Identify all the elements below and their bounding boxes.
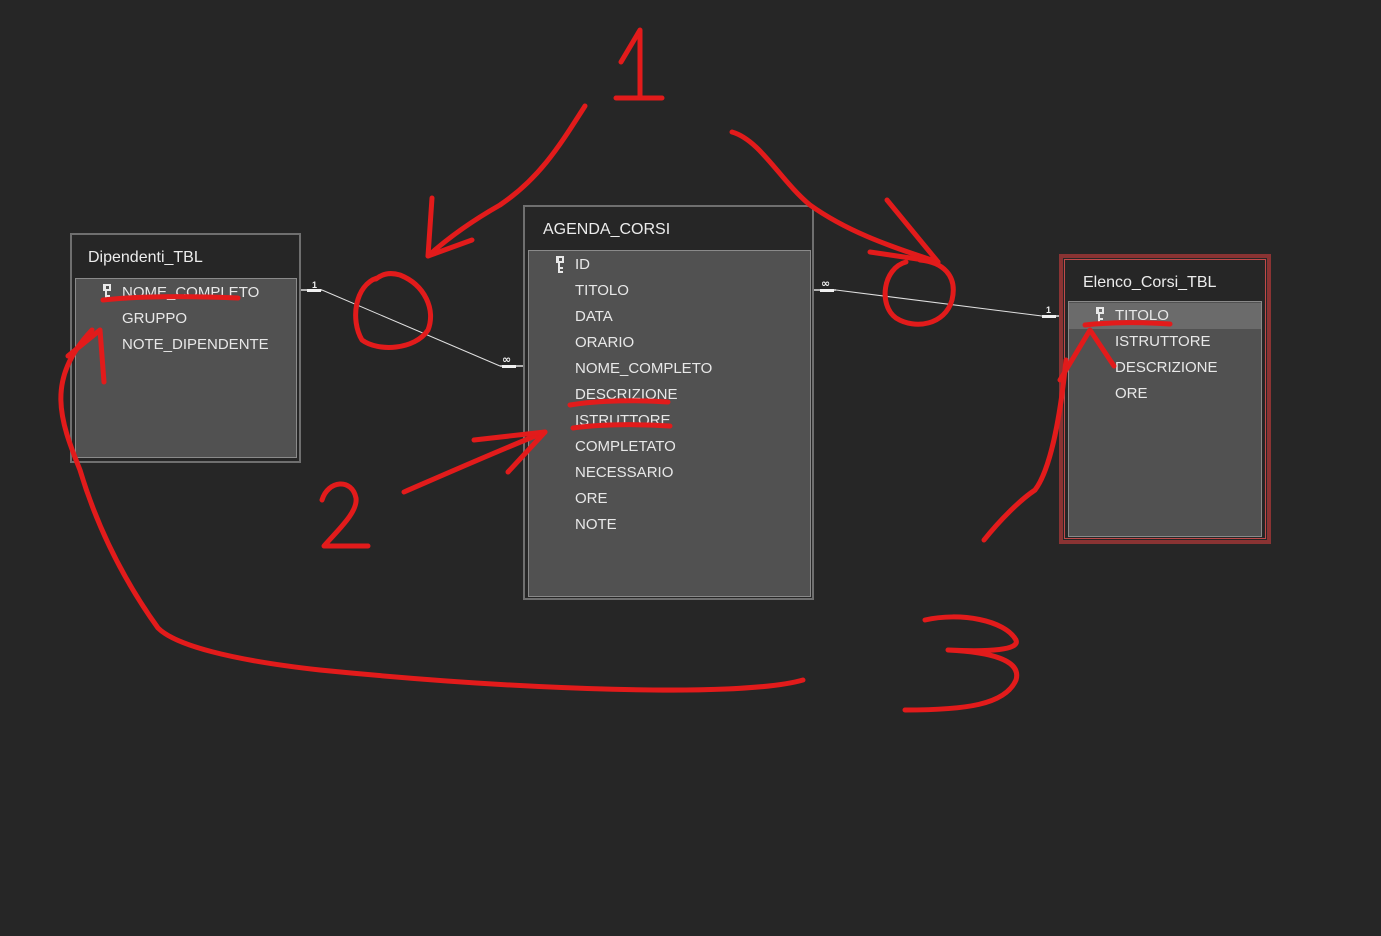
field-name: ISTRUTTORE xyxy=(1115,333,1211,350)
relationship-dipendenti-agenda[interactable]: 1 ∞ xyxy=(300,280,524,368)
field-istruttore[interactable]: ISTRUTTORE xyxy=(1069,329,1261,355)
field-name: COMPLETATO xyxy=(575,438,676,455)
field-name: DESCRIZIONE xyxy=(1115,359,1218,376)
field-istruttore[interactable]: ISTRUTTORE xyxy=(529,408,810,434)
many-side-label: ∞ xyxy=(821,277,830,290)
table-dipendenti[interactable]: Dipendenti_TBL NOME_COMPLETO GRUPPO NOTE… xyxy=(70,233,301,463)
field-list[interactable]: TITOLO ISTRUTTORE DESCRIZIONE ORE xyxy=(1068,301,1262,537)
field-completato[interactable]: COMPLETATO xyxy=(529,434,810,460)
field-name: ID xyxy=(575,256,590,273)
field-necessario[interactable]: NECESSARIO xyxy=(529,460,810,486)
field-orario[interactable]: ORARIO xyxy=(529,330,810,356)
field-note[interactable]: NOTE xyxy=(529,512,810,538)
field-name: NOME_COMPLETO xyxy=(122,284,260,301)
field-name: ORE xyxy=(1115,385,1148,402)
field-ore[interactable]: ORE xyxy=(1069,381,1261,407)
field-nome-completo[interactable]: NOME_COMPLETO xyxy=(76,280,296,306)
field-name: GRUPPO xyxy=(122,310,188,327)
field-name: ORARIO xyxy=(575,334,635,351)
table-title[interactable]: Dipendenti_TBL xyxy=(88,249,203,267)
many-side-label: ∞ xyxy=(502,353,511,366)
key-icon xyxy=(1096,307,1104,324)
field-name: DESCRIZIONE xyxy=(575,386,678,403)
field-name: TITOLO xyxy=(575,282,629,299)
field-gruppo[interactable]: GRUPPO xyxy=(76,306,296,332)
field-descrizione[interactable]: DESCRIZIONE xyxy=(529,382,810,408)
field-id[interactable]: ID xyxy=(529,252,810,278)
field-titolo[interactable]: TITOLO xyxy=(1069,303,1261,329)
field-nome-completo[interactable]: NOME_COMPLETO xyxy=(529,356,810,382)
key-icon xyxy=(103,284,111,301)
key-icon xyxy=(556,256,564,273)
field-list[interactable]: NOME_COMPLETO GRUPPO NOTE_DIPENDENTE xyxy=(75,278,297,458)
field-data[interactable]: DATA xyxy=(529,304,810,330)
field-note-dipendente[interactable]: NOTE_DIPENDENTE xyxy=(76,332,296,358)
field-name: NECESSARIO xyxy=(575,464,674,481)
table-title[interactable]: AGENDA_CORSI xyxy=(543,221,670,239)
table-elenco-corsi[interactable]: Elenco_Corsi_TBL TITOLO ISTRUTTORE DESCR… xyxy=(1059,254,1271,544)
field-name: TITOLO xyxy=(1115,307,1169,324)
field-descrizione[interactable]: DESCRIZIONE xyxy=(1069,355,1261,381)
one-side-label: 1 xyxy=(312,280,317,290)
relationship-agenda-elenco[interactable]: ∞ 1 xyxy=(812,277,1064,318)
field-name: NOTE_DIPENDENTE xyxy=(122,336,269,353)
field-name: ISTRUTTORE xyxy=(575,412,671,429)
field-ore[interactable]: ORE xyxy=(529,486,810,512)
one-side-label: 1 xyxy=(1046,305,1051,315)
field-list[interactable]: ID TITOLO DATA ORARIO NOME_COMPLETO DESC… xyxy=(528,250,811,597)
one-side-marker xyxy=(1042,315,1056,318)
field-name: NOTE xyxy=(575,516,617,533)
field-titolo[interactable]: TITOLO xyxy=(529,278,810,304)
field-name: NOME_COMPLETO xyxy=(575,360,713,377)
table-title[interactable]: Elenco_Corsi_TBL xyxy=(1083,274,1216,292)
table-agenda-corsi[interactable]: AGENDA_CORSI ID TITOLO DATA ORARIO NOME_… xyxy=(523,205,814,600)
field-name: ORE xyxy=(575,490,608,507)
field-name: DATA xyxy=(575,308,613,325)
